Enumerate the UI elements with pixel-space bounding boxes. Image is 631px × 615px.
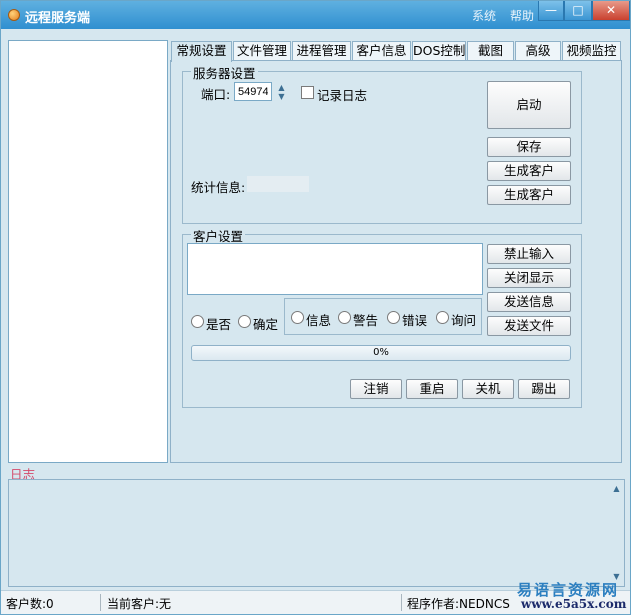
minimize-button[interactable]: — <box>538 1 564 21</box>
close-display-button[interactable]: 关闭显示 <box>487 268 571 288</box>
restart-button[interactable]: 重启 <box>406 379 458 399</box>
generate-client-button-2[interactable]: 生成客户 <box>487 185 571 205</box>
progress-bar: 0% <box>191 345 571 361</box>
tab-screenshot[interactable]: 截图 <box>467 41 514 61</box>
radio-info[interactable] <box>291 311 304 324</box>
tab-client-info[interactable]: 客户信息 <box>352 41 411 61</box>
close-button[interactable]: ✕ <box>592 1 630 21</box>
port-input[interactable] <box>234 82 272 101</box>
radio-error[interactable] <box>387 311 400 324</box>
client-settings-group: 客户设置 禁止输入 关闭显示 发送信息 发送文件 是否 确定 信息 警告 错误 … <box>182 226 582 408</box>
tab-page-general: 服务器设置 端口: ▲ ▼ 记录日志 启动 保存 生成客户 生成客户 统计信息:… <box>170 60 622 463</box>
scroll-up-icon[interactable]: ▲ <box>611 483 622 494</box>
logout-button[interactable]: 注销 <box>350 379 402 399</box>
watermark-url: www.e5a5x.com <box>521 597 627 611</box>
disable-input-button[interactable]: 禁止输入 <box>487 244 571 264</box>
radio-question[interactable] <box>436 311 449 324</box>
radio-question-label: 询问 <box>451 313 477 328</box>
spin-down-icon[interactable]: ▼ <box>275 92 288 101</box>
stats-label: 统计信息: <box>191 180 246 195</box>
status-separator <box>401 594 402 611</box>
status-author: 程序作者:NEDNCS <box>407 597 510 611</box>
start-button[interactable]: 启动 <box>487 81 571 129</box>
radio-warning-label: 警告 <box>353 313 379 328</box>
title-bar[interactable]: 远程服务端 系统 帮助 — □ ✕ <box>1 1 630 29</box>
server-settings-legend: 服务器设置 <box>191 63 258 82</box>
log-checkbox-label: 记录日志 <box>317 88 368 103</box>
shutdown-button[interactable]: 关机 <box>462 379 514 399</box>
tab-process-manager[interactable]: 进程管理 <box>292 41 351 61</box>
tab-file-manager[interactable]: 文件管理 <box>233 41 291 61</box>
progress-text: 0% <box>373 347 389 358</box>
radio-yes-no[interactable] <box>191 315 204 328</box>
window-title: 远程服务端 <box>25 11 91 26</box>
status-separator <box>100 594 101 611</box>
message-textarea[interactable] <box>187 243 483 295</box>
port-spinner[interactable]: ▲ ▼ <box>275 83 288 101</box>
status-current-client: 当前客户:无 <box>107 597 172 611</box>
radio-yes-no-label: 是否 <box>206 317 232 332</box>
tab-dos-control[interactable]: DOS控制 <box>412 41 466 61</box>
maximize-button[interactable]: □ <box>564 1 592 21</box>
tab-video-monitor[interactable]: 视频监控 <box>562 41 621 61</box>
minimize-icon: — <box>545 3 557 17</box>
save-button[interactable]: 保存 <box>487 137 571 157</box>
menu-help[interactable]: 帮助 <box>510 7 534 24</box>
spin-up-icon[interactable]: ▲ <box>275 83 288 92</box>
radio-info-label: 信息 <box>306 313 332 328</box>
close-icon: ✕ <box>605 3 617 17</box>
stats-value <box>247 176 309 192</box>
server-settings-group: 服务器设置 端口: ▲ ▼ 记录日志 启动 保存 生成客户 生成客户 统计信息: <box>182 63 582 224</box>
menu-system[interactable]: 系统 <box>472 7 496 24</box>
radio-warning[interactable] <box>338 311 351 324</box>
tab-general-settings[interactable]: 常规设置 <box>171 41 232 62</box>
port-label: 端口: <box>201 87 231 102</box>
client-list[interactable] <box>8 40 168 463</box>
app-icon <box>8 9 20 21</box>
log-textarea[interactable]: ▲ ▼ <box>8 479 625 587</box>
main-window: 远程服务端 系统 帮助 — □ ✕ 常规设置 文件管理 进程管理 客户信息 DO… <box>0 0 631 615</box>
log-checkbox[interactable] <box>301 86 314 99</box>
tab-advanced[interactable]: 高级 <box>515 41 561 61</box>
send-file-button[interactable]: 发送文件 <box>487 316 571 336</box>
radio-confirm-label: 确定 <box>253 317 279 332</box>
kick-button[interactable]: 踢出 <box>518 379 570 399</box>
generate-client-button-1[interactable]: 生成客户 <box>487 161 571 181</box>
send-info-button[interactable]: 发送信息 <box>487 292 571 312</box>
maximize-icon: □ <box>572 3 584 17</box>
message-type-group: 信息 警告 错误 询问 <box>284 298 482 335</box>
radio-error-label: 错误 <box>402 313 428 328</box>
status-client-count: 客户数:0 <box>6 597 54 611</box>
radio-confirm[interactable] <box>238 315 251 328</box>
